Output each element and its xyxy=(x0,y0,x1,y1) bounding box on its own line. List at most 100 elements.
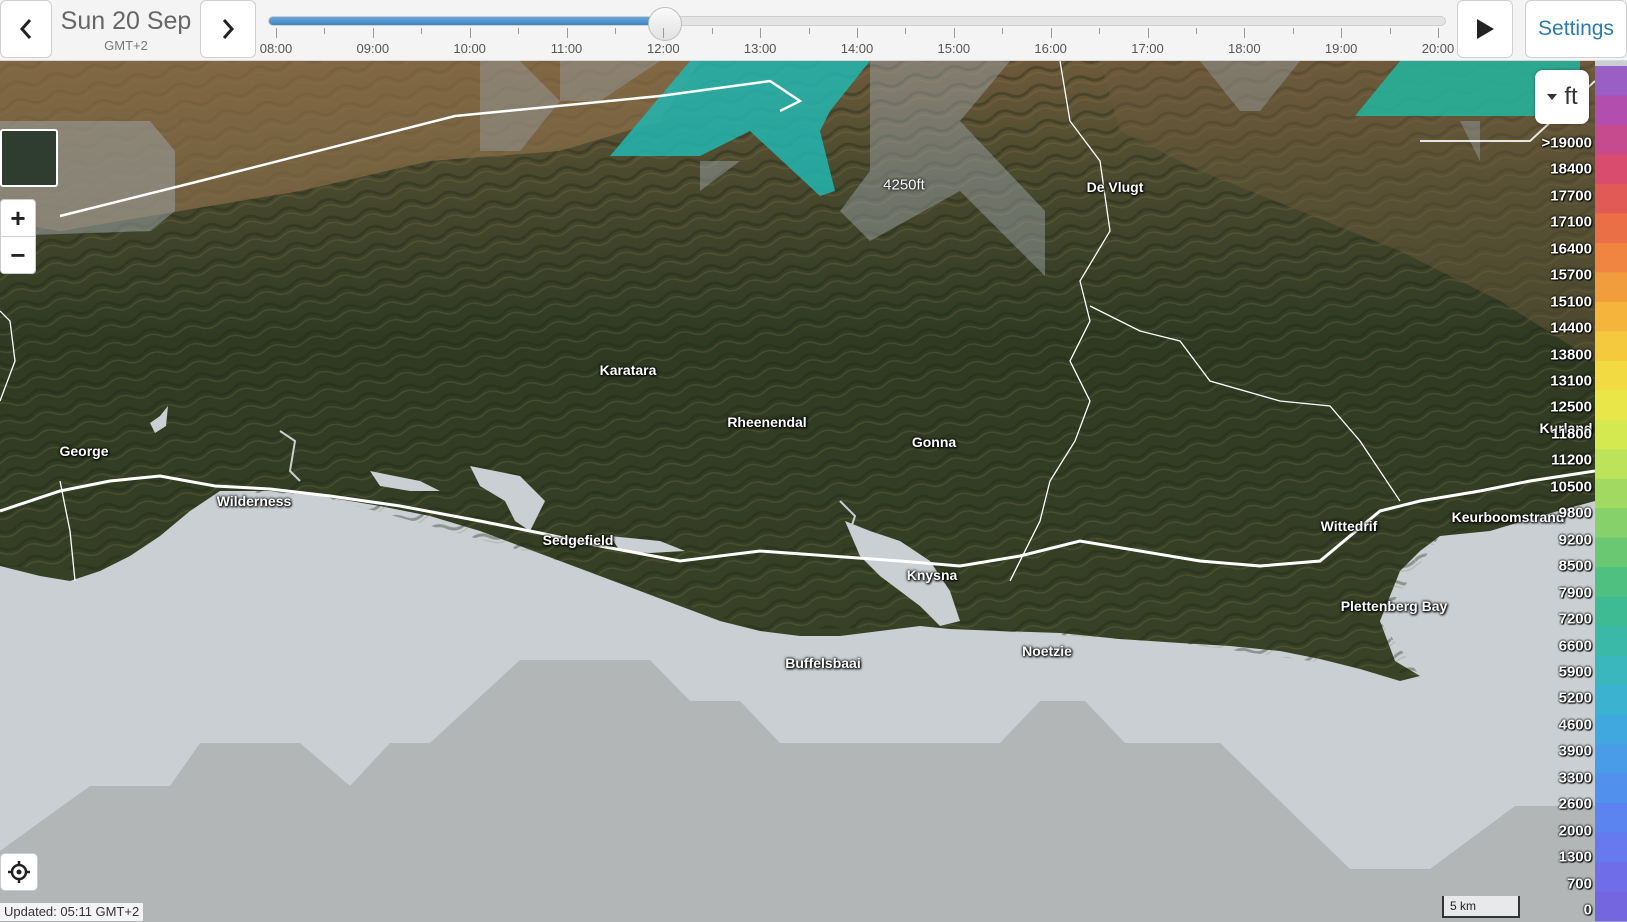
zoom-in-button[interactable]: + xyxy=(1,200,35,236)
date-display: Sun 20 Sep GMT+2 xyxy=(56,7,196,52)
legend-color-swatch xyxy=(1595,449,1627,480)
legend-color-swatch xyxy=(1595,567,1627,598)
map-view[interactable]: + − 4250ft De Vlugt Karatara Rheenendal … xyxy=(0,61,1595,922)
legend-color-swatch xyxy=(1595,301,1627,332)
minor-tick xyxy=(518,28,520,34)
major-tick xyxy=(760,28,762,38)
time-label: 17:00 xyxy=(1131,41,1164,56)
legend-label: 14400 xyxy=(1550,319,1592,337)
time-slider-fill xyxy=(269,17,666,25)
chevron-left-icon xyxy=(19,19,32,39)
major-tick xyxy=(469,28,471,38)
legend-label: 3300 xyxy=(1558,769,1592,787)
settings-button[interactable]: Settings xyxy=(1525,0,1627,58)
major-tick xyxy=(857,28,858,38)
time-label: 14:00 xyxy=(840,41,874,56)
legend-color-swatch xyxy=(1595,242,1627,273)
legend-label: 18400 xyxy=(1550,160,1592,178)
legend-label: 17700 xyxy=(1550,187,1592,205)
place-label: Plettenberg Bay xyxy=(1340,598,1448,614)
legend-label: 7200 xyxy=(1558,610,1592,628)
updated-timestamp: Updated: 05:11 GMT+2 xyxy=(0,903,144,921)
legend-color-swatch xyxy=(1595,478,1627,509)
time-axis: 08:00 09:00 10:00 11:00 12:00 13:00 14:00 15:00… xyxy=(260,28,1454,58)
altitude-label: 4250ft xyxy=(883,176,925,194)
legend-label: 3900 xyxy=(1558,742,1592,760)
legend-color-swatch xyxy=(1595,891,1627,922)
legend-color-swatch xyxy=(1595,331,1627,362)
legend-label: 2000 xyxy=(1558,822,1592,840)
legend-color-swatch xyxy=(1595,66,1627,96)
legend-color-swatch xyxy=(1595,213,1627,244)
minor-tick xyxy=(1389,28,1391,34)
legend-label: 0 xyxy=(1583,901,1592,919)
place-label: Wilderness xyxy=(216,493,292,509)
map-terrain xyxy=(0,61,1595,922)
place-label: Buffelsbaai xyxy=(785,655,861,671)
next-day-button[interactable] xyxy=(200,0,256,58)
legend-label: 2600 xyxy=(1558,795,1592,813)
place-label: Gonna xyxy=(911,434,957,450)
time-label: 19:00 xyxy=(1324,41,1358,56)
zoom-control: + − xyxy=(0,199,36,274)
chevron-right-icon xyxy=(222,19,235,39)
legend-color-swatch xyxy=(1595,626,1627,657)
major-tick xyxy=(276,28,277,38)
legend-label: >19000 xyxy=(1541,134,1592,152)
time-label: 10:00 xyxy=(453,41,486,56)
legend-color-swatch xyxy=(1595,773,1627,804)
legend-label: 13800 xyxy=(1550,346,1592,364)
legend-color-swatch xyxy=(1595,537,1627,568)
time-label: 18:00 xyxy=(1228,41,1261,56)
major-tick xyxy=(1244,28,1246,38)
place-label: Wittedrif xyxy=(1320,518,1378,534)
locate-me-button[interactable] xyxy=(0,853,38,891)
legend-label: 5200 xyxy=(1558,689,1592,707)
place-label: Karatara xyxy=(599,362,657,378)
minor-tick xyxy=(1002,28,1004,34)
legend-color-swatch xyxy=(1595,95,1627,126)
major-tick xyxy=(566,28,568,38)
legend-color-swatch xyxy=(1595,862,1627,893)
legend-color-swatch xyxy=(1595,596,1627,627)
major-tick xyxy=(663,28,665,38)
major-tick xyxy=(1438,28,1439,38)
legend-label: 5900 xyxy=(1558,663,1592,681)
legend-label: 15100 xyxy=(1550,293,1592,311)
legend-color-swatch xyxy=(1595,390,1627,421)
legend-label: 7900 xyxy=(1558,584,1592,602)
previous-day-button[interactable] xyxy=(0,0,52,58)
major-tick xyxy=(953,28,955,38)
altitude-color-scale xyxy=(1595,66,1627,922)
time-label: 08:00 xyxy=(259,41,293,56)
date-label: Sun 20 Sep xyxy=(60,7,192,35)
legend-label: 15700 xyxy=(1550,266,1592,284)
minor-tick xyxy=(1195,28,1197,34)
legend-color-swatch xyxy=(1595,508,1627,539)
place-label: Knysna xyxy=(906,567,958,583)
major-tick xyxy=(1050,28,1052,38)
legend-label: 9800 xyxy=(1558,504,1592,522)
place-label: Rheenendal xyxy=(727,414,807,430)
legend-label: 11800 xyxy=(1551,425,1592,443)
time-label: 20:00 xyxy=(1421,41,1455,56)
play-icon xyxy=(1477,19,1494,39)
time-slider[interactable] xyxy=(268,7,1446,41)
place-label: Sedgefield xyxy=(542,532,614,548)
time-label: 15:00 xyxy=(937,41,971,56)
play-button[interactable] xyxy=(1457,0,1513,58)
legend-color-swatch xyxy=(1595,419,1627,450)
legend-color-swatch xyxy=(1595,154,1627,185)
crosshair-icon xyxy=(8,861,30,883)
legend-color-swatch xyxy=(1595,655,1627,686)
legend-color-swatch xyxy=(1595,744,1627,775)
legend-label: 11200 xyxy=(1551,451,1592,469)
legend-label: 4600 xyxy=(1558,716,1592,734)
legend-color-swatch xyxy=(1595,803,1627,834)
place-label: Noetzie xyxy=(1022,643,1072,659)
time-label: 16:00 xyxy=(1034,41,1067,56)
basemap-switcher[interactable] xyxy=(0,129,58,187)
zoom-out-button[interactable]: − xyxy=(1,237,35,273)
time-label: 09:00 xyxy=(356,41,390,56)
legend-label: 13100 xyxy=(1550,372,1592,390)
